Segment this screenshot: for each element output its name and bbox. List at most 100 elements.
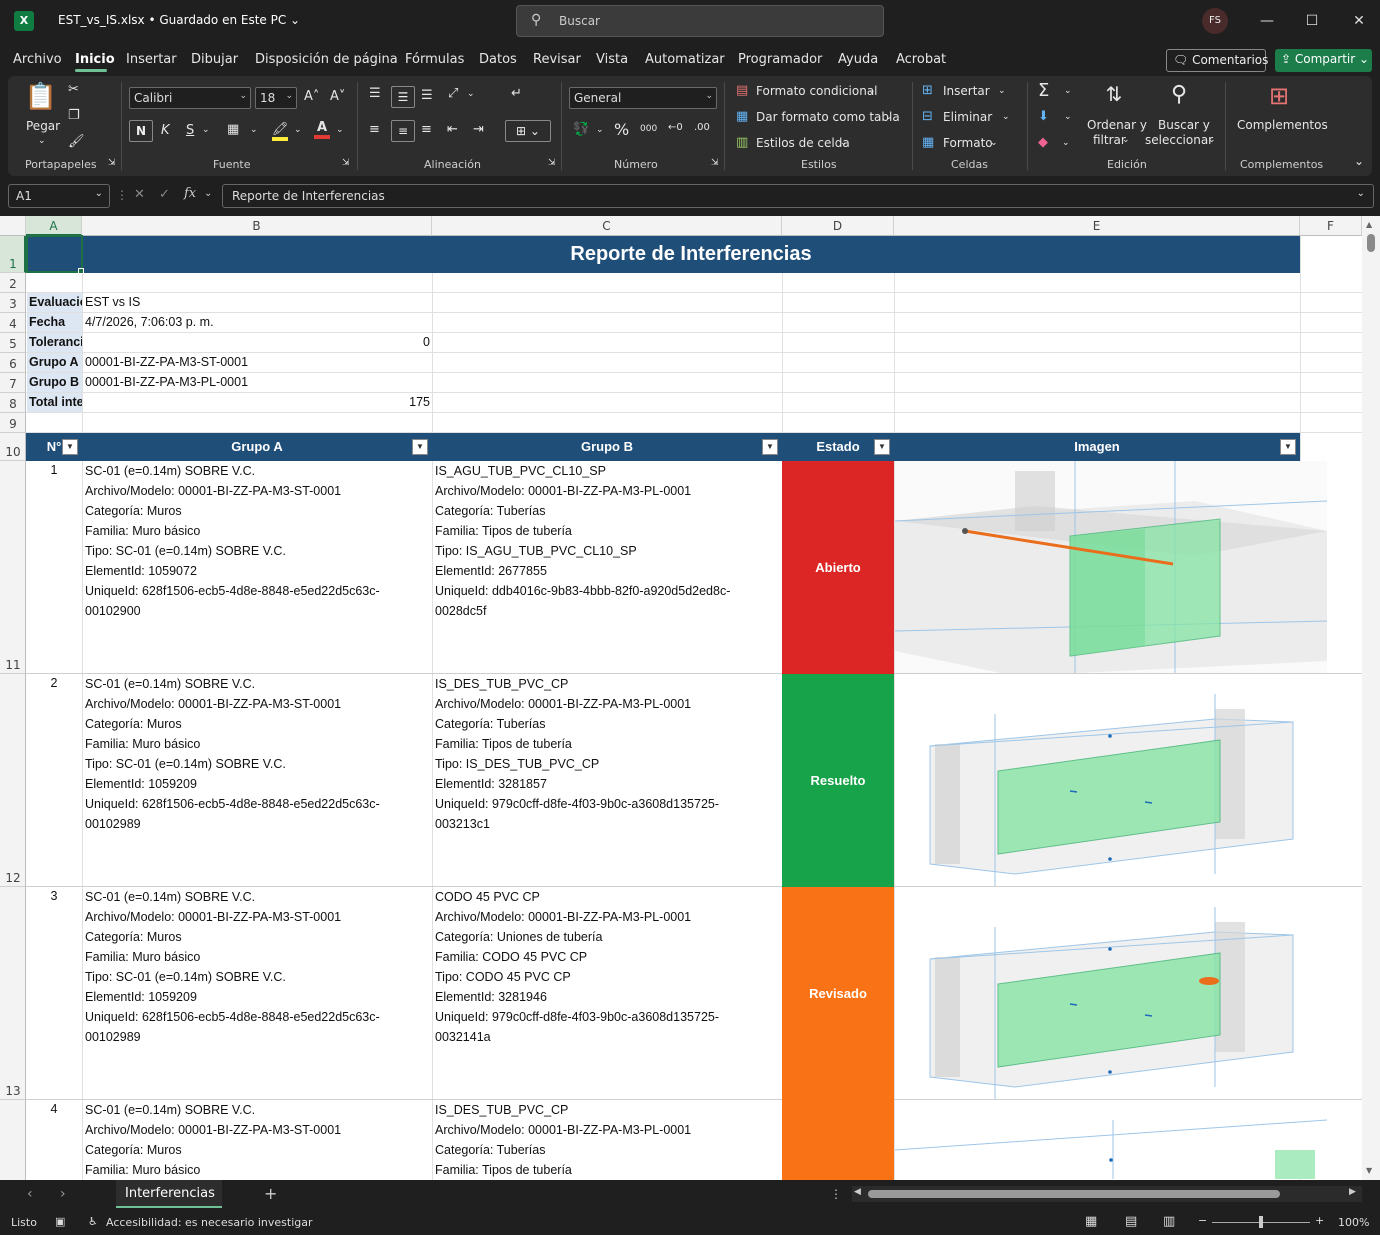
find-select-label-1[interactable]: Buscar y <box>1158 118 1210 132</box>
dialog-launcher-icon[interactable]: ⇲ <box>108 158 116 168</box>
row-header[interactable]: 6 <box>0 353 26 373</box>
scroll-up-icon[interactable]: ▲ <box>1366 220 1372 229</box>
dialog-launcher-icon[interactable]: ⇲ <box>342 158 350 168</box>
name-box[interactable]: A1 ⌄ <box>8 184 110 208</box>
filter-dropdown-icon[interactable]: ▼ <box>412 439 428 455</box>
meta-value[interactable]: 0 <box>85 335 430 349</box>
chevron-down-icon[interactable]: ⌄ <box>1062 138 1070 148</box>
column-header-f[interactable]: F <box>1300 216 1362 236</box>
filter-dropdown-icon[interactable]: ▼ <box>762 439 778 455</box>
zoom-level[interactable]: 100% <box>1338 1216 1369 1229</box>
format-painter-icon[interactable]: 🖌 <box>68 134 85 149</box>
avatar[interactable]: FS <box>1202 8 1228 34</box>
tab-vista[interactable]: Vista <box>596 52 628 67</box>
group-b-cell[interactable]: IS_DES_TUB_PVC_CP Archivo/Modelo: 00001-B… <box>432 674 782 887</box>
meta-label[interactable]: Fecha <box>27 313 82 332</box>
meta-label[interactable]: Evaluación <box>27 293 82 312</box>
chevron-down-icon[interactable]: ⌄ <box>1064 112 1072 122</box>
format-cells-icon[interactable]: ▦ <box>922 135 934 150</box>
row-header[interactable]: 2 <box>0 273 26 293</box>
sort-filter-label-2[interactable]: filtrar <box>1093 133 1126 147</box>
spreadsheet-grid[interactable]: A B C D E F 1 2 3 4 5 6 7 8 9 10 11 12 1… <box>0 216 1362 1180</box>
group-b-cell[interactable]: CODO 45 PVC CP Archivo/Modelo: 00001-BI-Z… <box>432 887 782 1100</box>
header-number[interactable]: N° ▼ <box>26 433 82 461</box>
row-header[interactable] <box>0 1100 26 1180</box>
row-header[interactable]: 8 <box>0 393 26 413</box>
merge-center-button[interactable]: ⊞ ⌄ <box>505 120 551 142</box>
insert-cells-icon[interactable]: ⊞ <box>922 83 933 98</box>
page-break-icon[interactable]: ▥ <box>1163 1214 1175 1229</box>
collapse-ribbon-icon[interactable]: ⌄ <box>1354 154 1364 168</box>
meta-label[interactable]: Tolerancia <box>27 333 82 352</box>
decrease-indent-icon[interactable]: ⇤ <box>447 122 458 137</box>
font-size-select[interactable]: 18 ⌄ <box>255 87 297 109</box>
chevron-down-icon[interactable]: ⌄ <box>596 125 604 135</box>
macro-record-icon[interactable]: ▣ <box>55 1215 65 1228</box>
tab-dibujar[interactable]: Dibujar <box>191 52 238 67</box>
minimize-icon[interactable]: — <box>1256 10 1278 32</box>
group-a-cell[interactable]: SC-01 (e=0.14m) SOBRE V.C. Archivo/Modelo… <box>82 674 432 887</box>
chevron-down-icon[interactable]: ⌄ <box>38 136 46 146</box>
tab-automatizar[interactable]: Automatizar <box>645 52 725 67</box>
conditional-format-icon[interactable]: ▤ <box>736 83 748 98</box>
report-title[interactable]: Reporte de Interferencias <box>82 236 1300 273</box>
increase-font-icon[interactable]: A˄ <box>304 89 319 104</box>
document-title[interactable]: EST_vs_IS.xlsx • Guardado en Este PC ⌄ <box>58 13 300 27</box>
tab-datos[interactable]: Datos <box>479 52 517 67</box>
zoom-in-icon[interactable]: + <box>1315 1214 1324 1227</box>
align-top-icon[interactable]: ☰ <box>369 86 381 101</box>
accessibility-status[interactable]: Accesibilidad: es necesario investigar <box>106 1216 313 1229</box>
scroll-right-icon[interactable]: ▶ <box>1349 1187 1356 1197</box>
cut-icon[interactable]: ✂ <box>68 82 79 97</box>
row-number[interactable]: 4 <box>26 1102 82 1116</box>
zoom-slider-thumb[interactable] <box>1259 1216 1263 1228</box>
meta-value[interactable]: 4/7/2026, 7:06:03 p. m. <box>85 315 425 329</box>
tab-insertar[interactable]: Insertar <box>126 52 177 67</box>
group-a-cell[interactable]: SC-01 (e=0.14m) SOBRE V.C. Archivo/Modelo… <box>82 1100 432 1180</box>
zoom-out-icon[interactable]: − <box>1198 1214 1207 1227</box>
chevron-down-icon[interactable]: ⌄ <box>336 125 344 135</box>
column-header-c[interactable]: C <box>432 216 782 236</box>
dialog-launcher-icon[interactable]: ⇲ <box>548 158 556 168</box>
paste-label[interactable]: Pegar <box>26 119 60 133</box>
more-options-icon[interactable]: ⋮ <box>830 1187 842 1201</box>
find-select-label-2[interactable]: seleccionar <box>1145 133 1213 147</box>
header-image[interactable]: Imagen ▼ <box>894 433 1300 461</box>
column-header-d[interactable]: D <box>782 216 894 236</box>
align-center-icon[interactable]: ≡ <box>391 120 415 142</box>
copy-icon[interactable]: ❐ <box>68 108 80 123</box>
tab-programador[interactable]: Programador <box>738 52 822 67</box>
italic-button[interactable]: K <box>161 123 170 138</box>
chevron-down-icon[interactable]: ⌄ <box>868 86 876 96</box>
column-header-a[interactable]: A <box>26 216 82 236</box>
formula-input[interactable]: Reporte de Interferencias ⌄ <box>222 184 1374 208</box>
font-name-select[interactable]: Calibri ⌄ <box>129 87 251 109</box>
row-header[interactable]: 13 <box>0 887 26 1100</box>
tab-revisar[interactable]: Revisar <box>533 52 581 67</box>
group-b-cell[interactable]: IS_AGU_TUB_PVC_CL10_SP Archivo/Modelo: 00… <box>432 461 782 674</box>
filter-dropdown-icon[interactable]: ▼ <box>1280 439 1296 455</box>
search-input[interactable]: ⚲ Buscar <box>516 5 884 37</box>
cancel-icon[interactable]: ✕ <box>134 187 145 202</box>
close-icon[interactable]: ✕ <box>1348 10 1370 32</box>
increase-indent-icon[interactable]: ⇥ <box>473 122 484 137</box>
borders-icon[interactable]: ▦ <box>227 122 239 137</box>
currency-icon[interactable]: 💱 <box>573 122 589 137</box>
vertical-scrollbar[interactable]: ▲ ▼ <box>1362 216 1380 1180</box>
row-header[interactable]: 7 <box>0 373 26 393</box>
chevron-down-icon[interactable]: ⌄ <box>202 125 210 135</box>
format-cells-button[interactable]: Formato <box>943 136 993 150</box>
cell-styles-icon[interactable]: ▥ <box>736 135 748 150</box>
row-header[interactable]: 12 <box>0 674 26 887</box>
status-badge[interactable]: Revisado <box>782 887 894 1100</box>
next-sheet-icon[interactable]: › <box>60 1186 66 1202</box>
decrease-font-icon[interactable]: A˅ <box>330 89 345 104</box>
column-header-e[interactable]: E <box>894 216 1300 236</box>
accessibility-icon[interactable]: ♿ <box>88 1215 98 1228</box>
scroll-thumb[interactable] <box>1367 234 1375 252</box>
scroll-thumb[interactable] <box>868 1190 1280 1198</box>
group-a-cell[interactable]: SC-01 (e=0.14m) SOBRE V.C. Archivo/Modelo… <box>82 887 432 1100</box>
tab-archivo[interactable]: Archivo <box>13 52 62 67</box>
meta-label[interactable]: Grupo A <box>27 353 82 372</box>
row-header[interactable]: 5 <box>0 333 26 353</box>
